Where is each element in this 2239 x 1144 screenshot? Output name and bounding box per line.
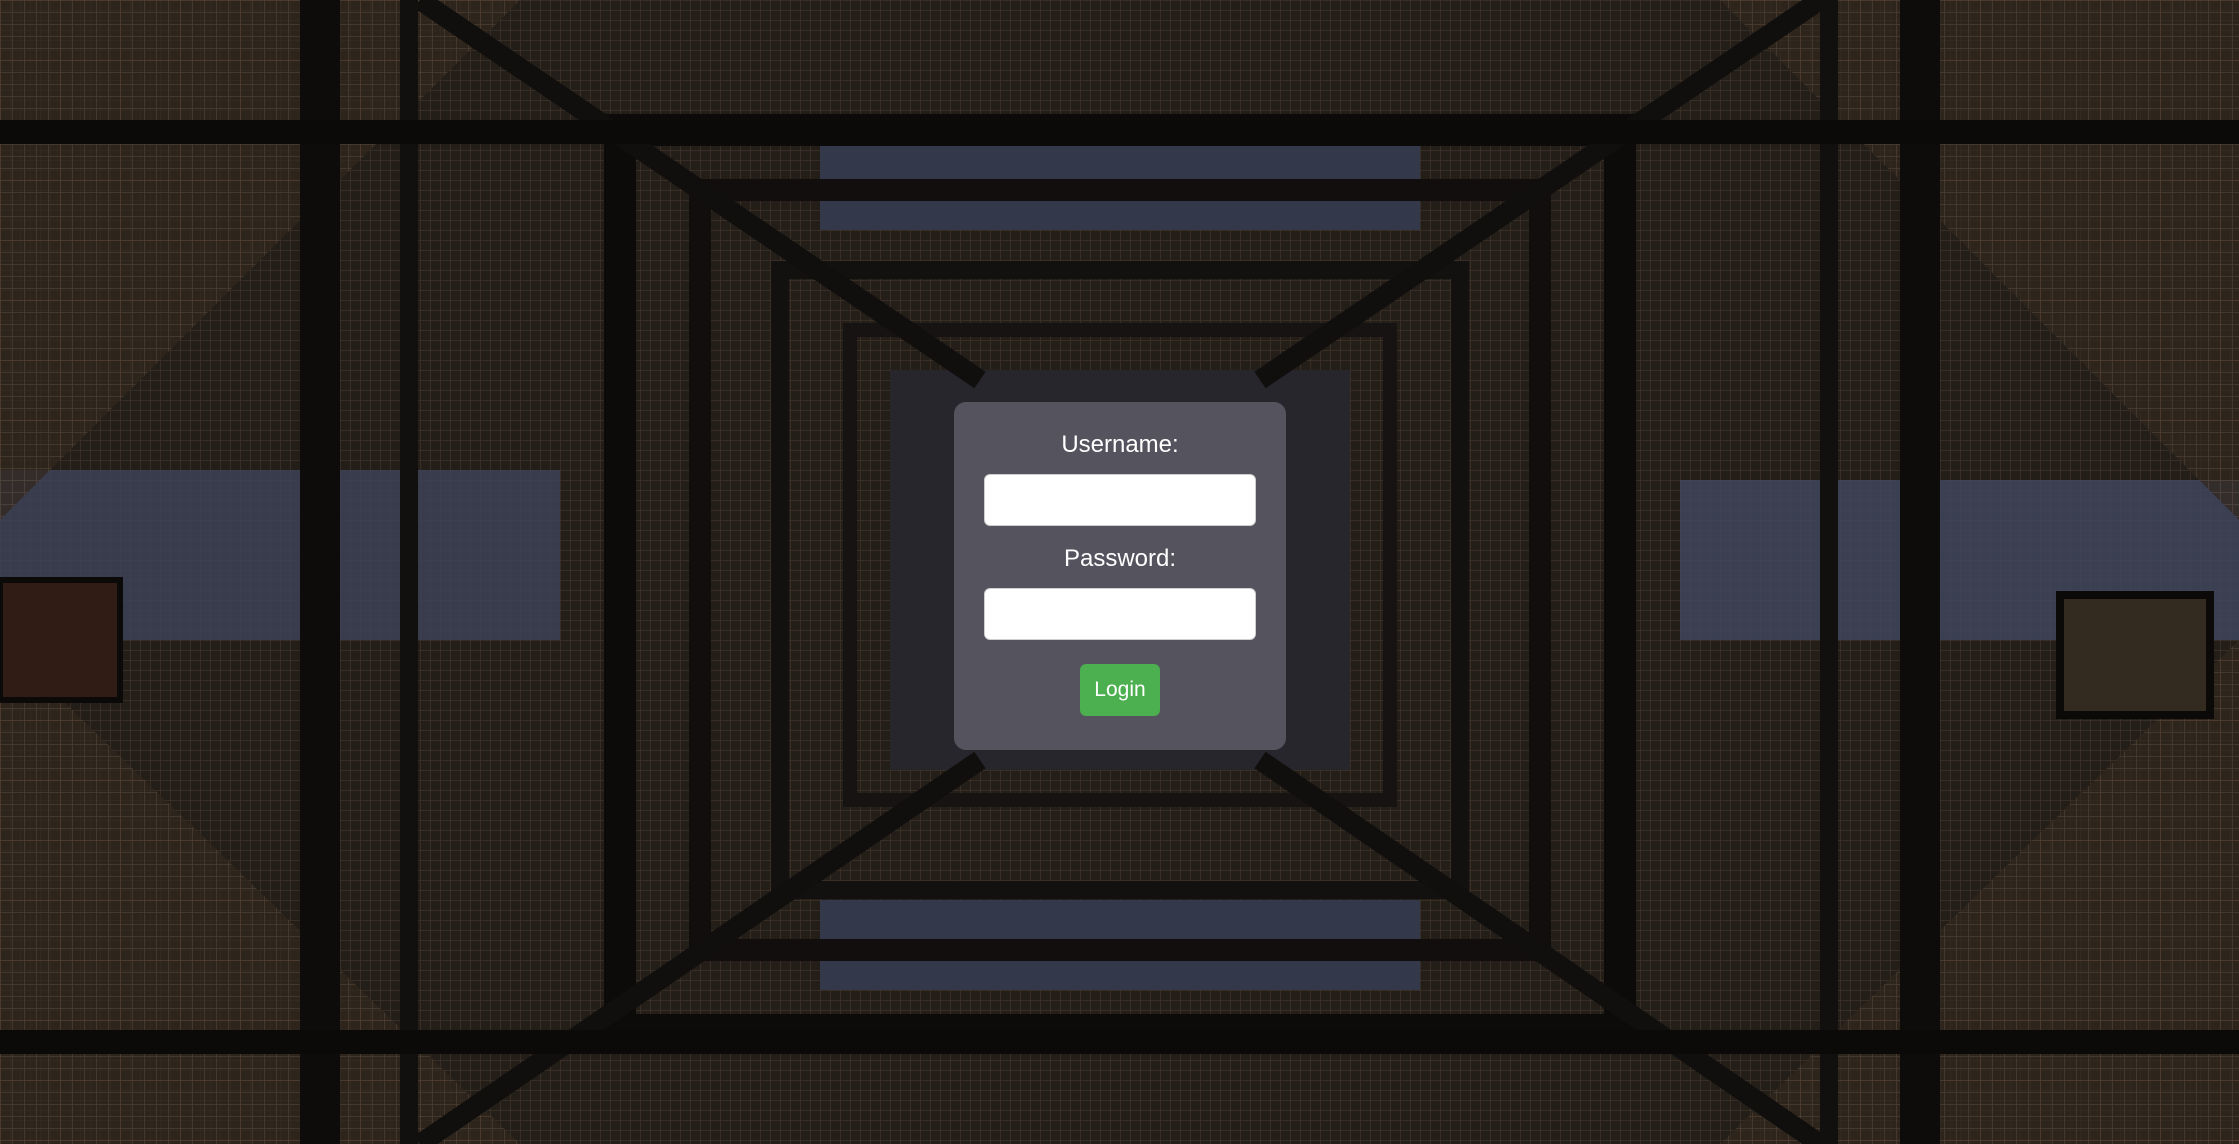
username-label: Username: [1061, 431, 1179, 458]
password-input[interactable] [984, 588, 1256, 640]
login-panel: Username: Password: Login [954, 402, 1286, 750]
login-button[interactable]: Login [1080, 664, 1160, 716]
username-input[interactable] [984, 474, 1256, 526]
password-label: Password: [1063, 545, 1177, 572]
